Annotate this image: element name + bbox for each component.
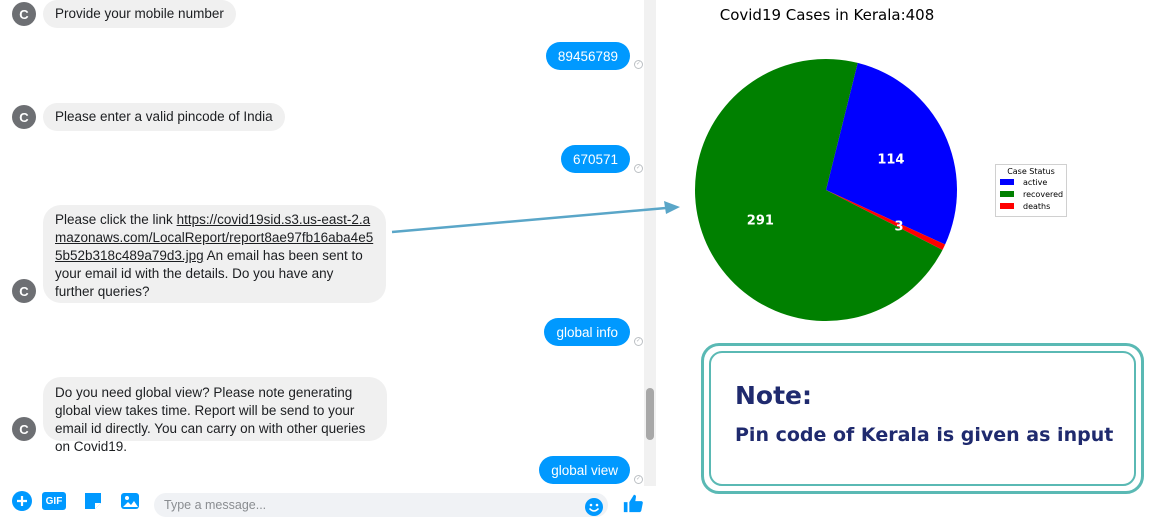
sticker-icon[interactable]	[82, 490, 104, 512]
user-message: 89456789	[545, 42, 630, 70]
scrollbar-thumb[interactable]	[646, 388, 654, 440]
legend-title: Case Status	[1007, 167, 1055, 176]
message-text: 89456789	[557, 49, 618, 64]
like-icon[interactable]	[622, 492, 644, 514]
bot-message-report-link: Please click the link https://covid19sid…	[43, 205, 386, 303]
message-input[interactable]	[154, 493, 608, 517]
legend-label: recovered	[1023, 189, 1064, 199]
pie-value-label-active: 114	[877, 153, 904, 168]
message-text: Please click the link	[55, 212, 177, 227]
chat-panel: C Provide your mobile number 89456789 ✓ …	[0, 0, 656, 517]
note-body: Pin code of Kerala is given as input	[735, 424, 1114, 446]
chart-legend: Case Status active recovered deaths	[995, 164, 1067, 217]
note-title: Note:	[735, 381, 813, 410]
legend-swatch	[1000, 203, 1014, 209]
pie-value-label-deaths: 3	[895, 219, 904, 234]
message-text: Do you need global view? Please note gen…	[55, 385, 366, 454]
message-text: Provide your mobile number	[55, 6, 224, 21]
bot-avatar[interactable]: C	[12, 105, 36, 129]
pie-chart: 114 3 291	[695, 58, 957, 321]
legend-label: active	[1023, 177, 1048, 187]
legend-item-deaths: deaths	[1000, 200, 1066, 212]
sent-check-icon: ✓	[634, 475, 643, 484]
message-text: Please enter a valid pincode of India	[55, 109, 273, 124]
user-message: global info	[544, 318, 630, 346]
sent-check-icon: ✓	[634, 164, 643, 173]
chart-title: Covid19 Cases in Kerala:408	[719, 6, 935, 24]
emoji-icon[interactable]	[583, 496, 605, 517]
message-text: 670571	[572, 152, 618, 167]
pie-value-label-recovered: 291	[747, 214, 774, 229]
bot-avatar[interactable]: C	[12, 417, 36, 441]
bot-avatar[interactable]: C	[12, 279, 36, 303]
gif-label: GIF	[45, 495, 63, 507]
bot-message: Provide your mobile number	[43, 0, 236, 28]
user-message: global view	[539, 456, 630, 484]
message-composer: GIF	[0, 490, 656, 517]
bot-message: Please enter a valid pincode of India	[43, 103, 285, 131]
gif-icon[interactable]: GIF	[42, 490, 66, 512]
legend-item-active: active	[1000, 176, 1066, 188]
message-text: global info	[556, 325, 618, 340]
user-message: 670571	[560, 145, 630, 173]
sent-check-icon: ✓	[634, 60, 643, 69]
note-box-inner: Note: Pin code of Kerala is given as inp…	[709, 351, 1136, 486]
sent-check-icon: ✓	[634, 337, 643, 346]
message-text: global view	[551, 463, 618, 478]
note-box: Note: Pin code of Kerala is given as inp…	[701, 343, 1144, 494]
plus-icon[interactable]	[11, 490, 33, 512]
bot-message: Do you need global view? Please note gen…	[43, 377, 387, 454]
legend-label: deaths	[1023, 201, 1051, 211]
image-icon[interactable]	[119, 490, 141, 512]
bot-avatar[interactable]: C	[12, 2, 36, 26]
legend-swatch	[1000, 179, 1014, 185]
legend-item-recovered: recovered	[1000, 188, 1066, 200]
legend-swatch	[1000, 191, 1014, 197]
